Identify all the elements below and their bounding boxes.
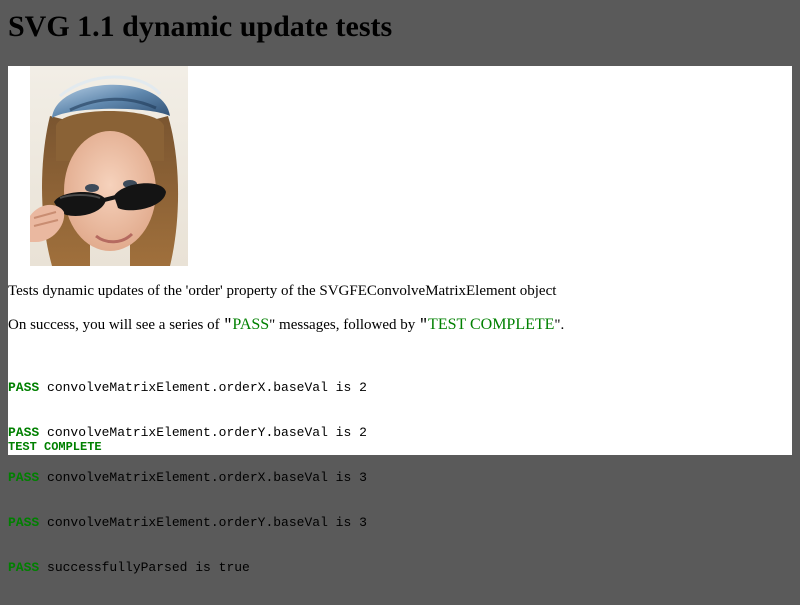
page-title: SVG 1.1 dynamic update tests xyxy=(8,10,393,43)
result-status: PASS xyxy=(8,470,40,485)
result-status: PASS xyxy=(8,380,40,395)
result-line: PASS convolveMatrixElement.orderX.baseVa… xyxy=(8,470,367,485)
result-line: PASS convolveMatrixElement.orderX.baseVa… xyxy=(8,380,367,395)
test-results-log: PASS convolveMatrixElement.orderX.baseVa… xyxy=(8,350,367,605)
success-instructions: On success, you will see a series of " PA… xyxy=(8,316,564,335)
quote-open-2: " xyxy=(419,317,429,334)
result-status: PASS xyxy=(8,560,40,575)
pass-keyword: PASS xyxy=(232,316,270,333)
result-line: PASS successfullyParsed is true xyxy=(8,560,367,575)
test-description: Tests dynamic updates of the 'order' pro… xyxy=(8,283,557,299)
result-message: convolveMatrixElement.orderX.baseVal is … xyxy=(39,470,367,485)
result-status: PASS xyxy=(8,425,40,440)
complete-keyword: TEST COMPLETE xyxy=(428,316,555,333)
result-line: PASS convolveMatrixElement.orderY.baseVa… xyxy=(8,425,367,440)
result-message: convolveMatrixElement.orderY.baseVal is … xyxy=(39,425,367,440)
result-message: successfullyParsed is true xyxy=(39,560,250,575)
test-complete-label: TEST COMPLETE xyxy=(8,440,102,454)
success-mid: " messages, followed by xyxy=(269,317,420,333)
success-prefix: On success, you will see a series of xyxy=(8,317,224,333)
test-output-panel: Tests dynamic updates of the 'order' pro… xyxy=(8,66,792,575)
test-photo xyxy=(30,66,188,266)
result-message: convolveMatrixElement.orderY.baseVal is … xyxy=(39,515,367,530)
result-message: convolveMatrixElement.orderX.baseVal is … xyxy=(39,380,367,395)
result-status: PASS xyxy=(8,515,40,530)
result-line: PASS convolveMatrixElement.orderY.baseVa… xyxy=(8,515,367,530)
success-suffix: ". xyxy=(554,317,565,333)
